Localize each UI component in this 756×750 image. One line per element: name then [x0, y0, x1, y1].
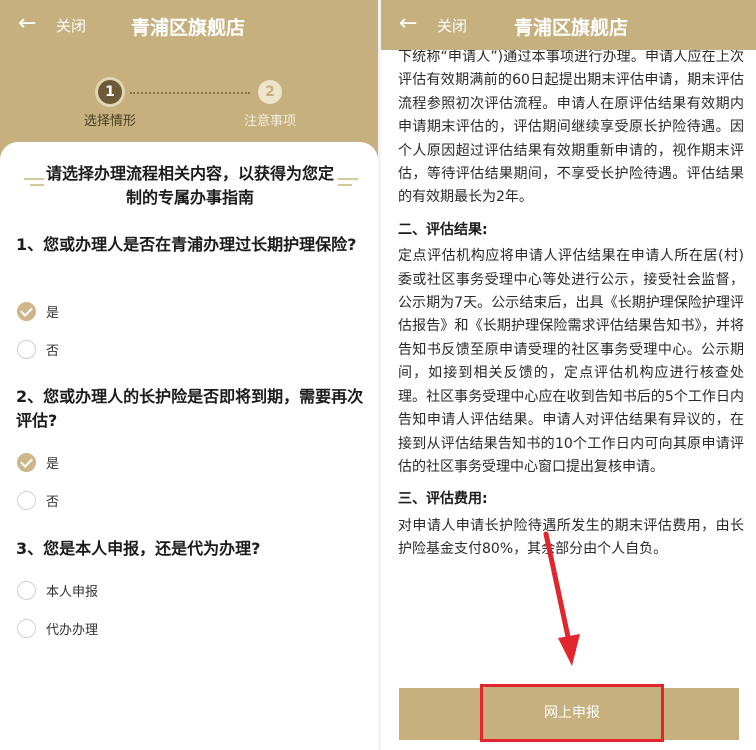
question-3: 3、您是本人申报，还是代为办理? — [16, 539, 261, 558]
notice-paragraph-1: 下统称“申请人”)通过本事项进行办理。申请人应在上次评估有效期满前的60日起提出… — [398, 49, 744, 206]
step-1-label: 选择情形 — [84, 114, 137, 129]
arrow-left-icon[interactable]: ← — [18, 12, 36, 36]
option-label: 是 — [46, 305, 60, 321]
radio-unchecked-icon[interactable] — [17, 580, 36, 600]
close-button[interactable]: 关闭 — [56, 15, 86, 36]
step-2-label: 注意事项 — [244, 114, 297, 129]
left-screen: ← 关闭 青浦区旗舰店 1 2 选择情形 注意事项 请选择办理流程相关内容，以获… — [0, 0, 378, 750]
option-label: 否 — [46, 494, 60, 510]
step-2-number: 2 — [258, 80, 282, 104]
question-2: 2、您或办理人的长护险是否即将到期，需要再次评估? — [16, 387, 364, 430]
radio-unchecked-icon[interactable] — [17, 339, 36, 359]
radio-checked-icon[interactable] — [17, 452, 36, 472]
q3-option-self[interactable]: 本人申报 — [17, 580, 98, 600]
q3-option-proxy[interactable]: 代办办理 — [17, 618, 98, 638]
close-button[interactable]: 关闭 — [437, 15, 467, 36]
decoration-lines-right — [338, 178, 358, 192]
notice-paragraph-2: 定点评估机构应将申请人评估结果在申请人所在居(村)委或社区事务受理中心等处进行公… — [398, 248, 744, 475]
online-apply-button[interactable]: 网上申报 — [480, 684, 664, 742]
header-bar: ← 关闭 青浦区旗舰店 — [0, 0, 378, 50]
question-1: 1、您或办理人是否在青浦办理过长期护理保险? — [16, 235, 357, 254]
radio-checked-icon[interactable] — [17, 301, 36, 321]
radio-unchecked-icon[interactable] — [17, 490, 36, 510]
section-title-fees: 三、评估费用: — [398, 491, 488, 508]
q2-option-no[interactable]: 否 — [17, 490, 59, 510]
header-bar: ← 关闭 青浦区旗舰店 — [381, 0, 756, 50]
page-title: 青浦区旗舰店 — [131, 17, 246, 39]
option-label: 本人申报 — [46, 584, 99, 600]
step-1-number: 1 — [98, 80, 122, 104]
radio-unchecked-icon[interactable] — [17, 618, 36, 638]
q1-option-no[interactable]: 否 — [17, 339, 59, 359]
red-arrow-annotation-icon — [543, 531, 580, 666]
page-title: 青浦区旗舰店 — [514, 17, 629, 39]
q2-option-yes[interactable]: 是 — [17, 452, 59, 472]
section-title-results: 二、评估结果: — [398, 221, 488, 238]
option-label: 否 — [46, 343, 60, 359]
step-connector — [130, 92, 250, 94]
notice-content: 下统称“申请人”)通过本事项进行办理。申请人应在上次评估有效期满前的60日起提出… — [398, 46, 744, 562]
arrow-left-icon[interactable]: ← — [399, 12, 417, 36]
option-label: 是 — [46, 456, 60, 472]
q1-option-yes[interactable]: 是 — [17, 301, 59, 321]
option-label: 代办办理 — [46, 622, 99, 638]
guide-heading: 请选择办理流程相关内容，以获得为您定制的专属办事指南 — [45, 164, 334, 207]
